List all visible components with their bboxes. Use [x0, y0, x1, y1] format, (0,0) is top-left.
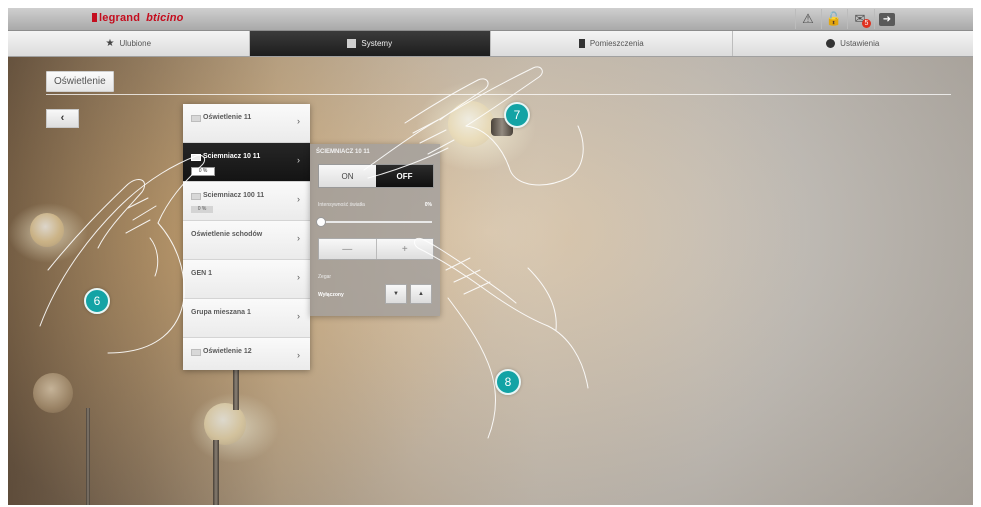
callout-6: 6	[84, 288, 110, 314]
callout-8: 8	[495, 369, 521, 395]
callout-7: 7	[504, 102, 530, 128]
touch-hands-illustration	[39, 66, 589, 439]
app-screen: legrand bticino ⚠ 🔓 ✉ 5 ➜ ★ Ulubione Syste…	[8, 8, 973, 505]
